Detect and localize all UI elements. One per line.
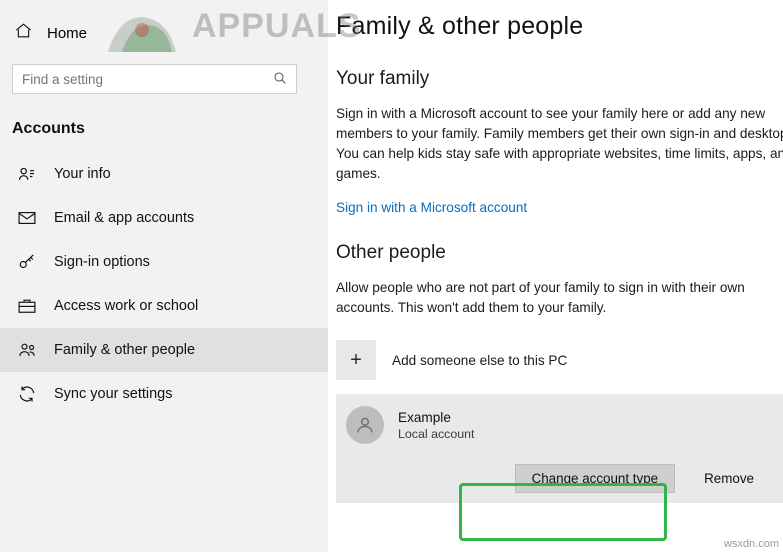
sidebar-item-label: Your info [54,166,111,182]
corner-watermark: wsxdn.com [723,538,779,550]
account-list-item[interactable]: Example Local account Change account typ… [336,394,783,504]
page-title: Family & other people [336,12,584,40]
sidebar-item-access-work-or-school[interactable]: Access work or school [0,284,328,328]
sidebar-item-label: Email & app accounts [54,210,195,226]
your-family-heading: Your family [336,68,430,89]
people-icon [16,340,38,360]
home-icon [14,21,33,45]
your-family-description: Sign in with a Microsoft account to see … [336,106,783,181]
add-someone-else-row[interactable]: + Add someone else to this PC [336,340,783,380]
account-actions: Change account type Remove [336,464,783,494]
user-avatar-icon [346,406,384,444]
sidebar-item-email-app-accounts[interactable]: Email & app accounts [0,196,328,240]
sidebar-item-family-other-people[interactable]: Family & other people [0,328,328,372]
briefcase-icon [16,296,38,316]
remove-account-button[interactable]: Remove [687,464,771,493]
other-people-heading: Other people [336,242,446,263]
change-account-type-button[interactable]: Change account type [514,464,676,494]
sign-in-microsoft-account-link[interactable]: Sign in with a Microsoft account [336,200,783,215]
sync-icon [16,384,38,404]
sidebar-nav: Your info Email & app accounts Sign-in o… [0,152,328,416]
other-people-description: Allow people who are not part of your fa… [336,280,745,315]
search-icon[interactable] [272,70,288,91]
mail-icon [16,208,38,228]
plus-icon[interactable]: + [336,340,376,380]
sidebar-item-sign-in-options[interactable]: Sign-in options [0,240,328,284]
account-name: Example [398,409,451,425]
sidebar-item-home[interactable]: Home [0,0,328,48]
account-identity-row: Example Local account [336,406,783,444]
sidebar-item-label: Sign-in options [54,254,150,270]
account-info-icon [16,164,38,184]
add-someone-else-label: Add someone else to this PC [392,352,568,368]
key-icon [16,252,38,272]
sidebar-item-your-info[interactable]: Your info [0,152,328,196]
sidebar-item-label: Family & other people [54,342,196,358]
search-box[interactable] [12,64,297,94]
sidebar-item-sync-your-settings[interactable]: Sync your settings [0,372,328,416]
sidebar-item-label: Access work or school [54,298,199,314]
sidebar-group-title: Accounts [12,120,85,137]
sidebar-item-label: Sync your settings [54,386,173,402]
settings-sidebar: Home Accounts Your info [0,0,328,552]
sidebar-home-label: Home [47,24,88,42]
account-type: Local account [398,426,475,441]
account-text-block: Example Local account [398,410,474,441]
settings-content: Family & other people Your family Sign i… [328,0,783,552]
search-input[interactable] [13,65,264,93]
